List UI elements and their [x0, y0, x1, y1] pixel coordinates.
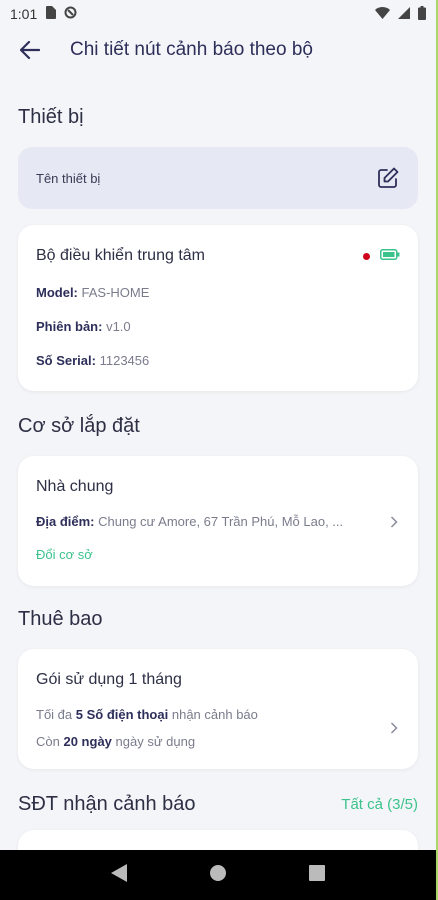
sim-card-icon [45, 6, 57, 22]
edit-icon[interactable] [376, 166, 400, 190]
subscription-card[interactable]: Gói sử dụng 1 tháng Tối đa 5 Số điện tho… [18, 649, 418, 769]
device-serial-row: Số Serial: 1123456 [36, 353, 400, 368]
nav-recents-icon[interactable] [309, 864, 325, 886]
page-title: Chi tiết nút cảnh báo theo bộ [70, 39, 313, 60]
address-value: Chung cư Amore, 67 Trần Phú, Mỗ Lao, ... [98, 514, 344, 529]
device-version-row: Phiên bản: v1.0 [36, 319, 400, 334]
subscription-line-phones: Tối đa 5 Số điện thoại nhận cảnh báo [36, 707, 258, 722]
signal-icon [398, 6, 410, 22]
device-name-label: Tên thiết bị [36, 170, 101, 186]
days-suffix: ngày sử dụng [115, 734, 196, 749]
back-arrow-icon[interactable] [18, 38, 42, 62]
device-info-card: Bộ điều khiển trung tâm Model: FAS-HOME … [18, 225, 418, 391]
location-card[interactable]: Nhà chung Địa điểm: Chung cư Amore, 67 T… [18, 456, 418, 586]
device-battery-icon [380, 247, 400, 265]
status-bar: 1:01 [0, 0, 436, 28]
section-title-location: Cơ sở lắp đặt [18, 415, 140, 437]
app-header: Chi tiết nút cảnh báo theo bộ [0, 28, 436, 72]
chevron-right-icon[interactable] [388, 722, 400, 734]
phones-suffix: nhận cảnh báo [171, 707, 258, 722]
status-time: 1:01 [10, 6, 38, 22]
version-label: Phiên bản: [36, 319, 103, 334]
days-count: 20 ngày [63, 734, 112, 749]
wifi-icon [375, 6, 390, 22]
address-label: Địa điểm: [36, 514, 95, 529]
system-nav-bar [0, 850, 436, 900]
content-scroll[interactable]: Thiết bị Tên thiết bị Bộ điều khiển trun… [0, 74, 436, 850]
section-title-phones: SĐT nhận cảnh báo [18, 793, 196, 815]
location-card-title: Nhà chung [36, 478, 114, 495]
days-prefix: Còn [36, 734, 60, 749]
nav-back-icon[interactable] [111, 863, 127, 887]
serial-value: 1123456 [99, 353, 150, 368]
section-title-device: Thiết bị [18, 106, 84, 128]
section-title-subscription: Thuê bao [18, 608, 103, 630]
data-saver-icon [64, 6, 77, 22]
change-location-link[interactable]: Đổi cơ sở [36, 547, 400, 562]
view-all-phones-link[interactable]: Tất cả (3/5) [341, 796, 418, 813]
device-card-title: Bộ điều khiển trung tâm [36, 247, 205, 264]
nav-home-icon[interactable] [209, 864, 227, 887]
version-value: v1.0 [106, 319, 131, 334]
phones-count: 5 Số điện thoại [75, 707, 169, 722]
subscription-card-title: Gói sử dụng 1 tháng [36, 671, 182, 688]
phones-prefix: Tối đa [36, 707, 73, 722]
online-status-dot [363, 247, 370, 265]
phone-list-card [18, 830, 418, 850]
model-label: Model: [36, 285, 78, 300]
app-screen: 1:01 Chi tiết nút cảnh báo theo bộ Thiết… [0, 0, 438, 900]
location-address-row[interactable]: Địa điểm: Chung cư Amore, 67 Trần Phú, M… [36, 514, 400, 529]
device-name-field[interactable]: Tên thiết bị [18, 147, 418, 209]
model-value: FAS-HOME [81, 285, 150, 300]
serial-label: Số Serial: [36, 353, 96, 368]
battery-status-icon [418, 5, 426, 23]
subscription-line-days: Còn 20 ngày ngày sử dụng [36, 734, 258, 749]
chevron-right-icon[interactable] [388, 515, 400, 528]
device-model-row: Model: FAS-HOME [36, 285, 400, 300]
phone-section-header: SĐT nhận cảnh báo Tất cả (3/5) [0, 793, 436, 816]
